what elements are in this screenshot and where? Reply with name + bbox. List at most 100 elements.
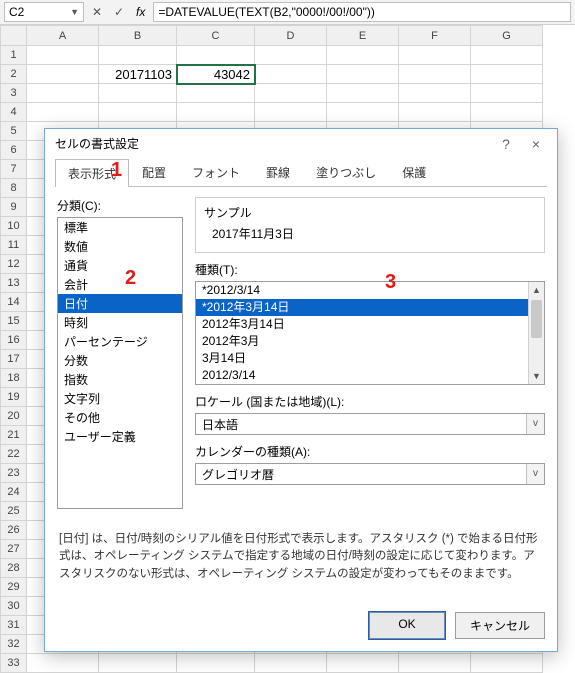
row-header[interactable]: 11 [1, 236, 27, 255]
category-item[interactable]: 文字列 [58, 389, 182, 408]
category-item[interactable]: 指数 [58, 370, 182, 389]
col-header[interactable]: E [327, 26, 399, 46]
cell[interactable] [27, 654, 99, 673]
row-header[interactable]: 4 [1, 103, 27, 122]
cell[interactable] [255, 65, 327, 84]
row-header[interactable]: 19 [1, 388, 27, 407]
col-header[interactable]: A [27, 26, 99, 46]
cell[interactable] [99, 654, 177, 673]
cell[interactable] [255, 654, 327, 673]
cell[interactable] [399, 46, 471, 65]
close-button[interactable]: × [521, 136, 551, 152]
tab-保護[interactable]: 保護 [389, 158, 439, 186]
cell[interactable] [471, 65, 543, 84]
chevron-down-icon[interactable]: v [526, 414, 544, 434]
scroll-up-icon[interactable]: ▲ [529, 282, 544, 298]
row-header[interactable]: 32 [1, 635, 27, 654]
category-item[interactable]: 日付 [58, 294, 182, 313]
accept-formula-icon[interactable]: ✓ [110, 3, 128, 21]
cell[interactable] [327, 65, 399, 84]
col-header[interactable]: B [99, 26, 177, 46]
category-item[interactable]: その他 [58, 408, 182, 427]
row-header[interactable]: 8 [1, 179, 27, 198]
row-header[interactable]: 15 [1, 312, 27, 331]
scroll-thumb[interactable] [531, 300, 542, 338]
types-scrollbar[interactable]: ▲ ▼ [528, 282, 544, 384]
calendar-combo[interactable]: グレゴリオ暦 v [195, 463, 545, 485]
cell[interactable] [27, 84, 99, 103]
chevron-down-icon[interactable]: ▼ [70, 7, 79, 17]
category-item[interactable]: 会計 [58, 275, 182, 294]
cell[interactable] [177, 84, 255, 103]
ok-button[interactable]: OK [369, 612, 445, 639]
cell[interactable] [471, 654, 543, 673]
cell[interactable] [177, 46, 255, 65]
cell[interactable] [399, 103, 471, 122]
col-header[interactable]: F [399, 26, 471, 46]
category-item[interactable]: ユーザー定義 [58, 427, 182, 446]
type-item[interactable]: *2012年3月14日 [196, 299, 528, 316]
cancel-formula-icon[interactable]: ✕ [88, 3, 106, 21]
row-header[interactable]: 13 [1, 274, 27, 293]
row-header[interactable]: 9 [1, 198, 27, 217]
row-header[interactable]: 6 [1, 141, 27, 160]
row-header[interactable]: 16 [1, 331, 27, 350]
row-header[interactable]: 10 [1, 217, 27, 236]
cell[interactable] [327, 654, 399, 673]
cell[interactable] [327, 84, 399, 103]
row-header[interactable]: 23 [1, 464, 27, 483]
cancel-button[interactable]: キャンセル [455, 612, 545, 639]
type-item[interactable]: *2012/3/14 [196, 282, 528, 299]
col-header[interactable]: C [177, 26, 255, 46]
cell[interactable] [177, 103, 255, 122]
category-item[interactable]: 分数 [58, 351, 182, 370]
row-header[interactable]: 17 [1, 350, 27, 369]
cell[interactable] [471, 46, 543, 65]
cell[interactable]: 20171103 [99, 65, 177, 84]
row-header[interactable]: 5 [1, 122, 27, 141]
col-header[interactable]: G [471, 26, 543, 46]
row-header[interactable]: 2 [1, 65, 27, 84]
cell[interactable] [255, 103, 327, 122]
col-header[interactable]: D [255, 26, 327, 46]
cell[interactable] [327, 103, 399, 122]
category-listbox[interactable]: 標準数値通貨会計日付時刻パーセンテージ分数指数文字列その他ユーザー定義 [57, 217, 183, 509]
row-header[interactable]: 25 [1, 502, 27, 521]
category-item[interactable]: 標準 [58, 218, 182, 237]
row-header[interactable]: 30 [1, 597, 27, 616]
cell[interactable] [255, 84, 327, 103]
help-button[interactable]: ? [491, 136, 521, 152]
row-header[interactable]: 3 [1, 84, 27, 103]
types-listbox[interactable]: *2012/3/14*2012年3月14日2012年3月14日2012年3月3月… [195, 281, 545, 385]
cell[interactable] [27, 65, 99, 84]
row-header[interactable]: 27 [1, 540, 27, 559]
type-item[interactable]: 2012年3月 [196, 333, 528, 350]
locale-combo[interactable]: 日本語 v [195, 413, 545, 435]
formula-bar[interactable]: =DATEVALUE(TEXT(B2,"0000!/00!/00")) [153, 2, 571, 22]
category-item[interactable]: パーセンテージ [58, 332, 182, 351]
fx-icon[interactable]: fx [132, 5, 149, 19]
cell[interactable] [399, 654, 471, 673]
category-item[interactable]: 通貨 [58, 256, 182, 275]
row-header[interactable]: 18 [1, 369, 27, 388]
name-box[interactable]: C2 ▼ [4, 2, 84, 22]
scroll-down-icon[interactable]: ▼ [529, 368, 544, 384]
cell[interactable] [99, 84, 177, 103]
category-item[interactable]: 時刻 [58, 313, 182, 332]
tab-罫線[interactable]: 罫線 [253, 158, 303, 186]
type-item[interactable]: 3月14日 [196, 350, 528, 367]
tab-塗りつぶし[interactable]: 塗りつぶし [303, 158, 389, 186]
row-header[interactable]: 21 [1, 426, 27, 445]
row-header[interactable]: 33 [1, 654, 27, 673]
tab-フォント[interactable]: フォント [179, 158, 253, 186]
cell[interactable] [27, 103, 99, 122]
row-header[interactable]: 7 [1, 160, 27, 179]
cell[interactable] [471, 103, 543, 122]
tab-表示形式[interactable]: 表示形式 [55, 159, 129, 187]
cell[interactable] [399, 84, 471, 103]
row-header[interactable]: 22 [1, 445, 27, 464]
type-item[interactable]: 2012/3/14 [196, 367, 528, 384]
row-header[interactable]: 31 [1, 616, 27, 635]
type-item[interactable]: 2012年3月14日 [196, 316, 528, 333]
cell[interactable] [399, 65, 471, 84]
